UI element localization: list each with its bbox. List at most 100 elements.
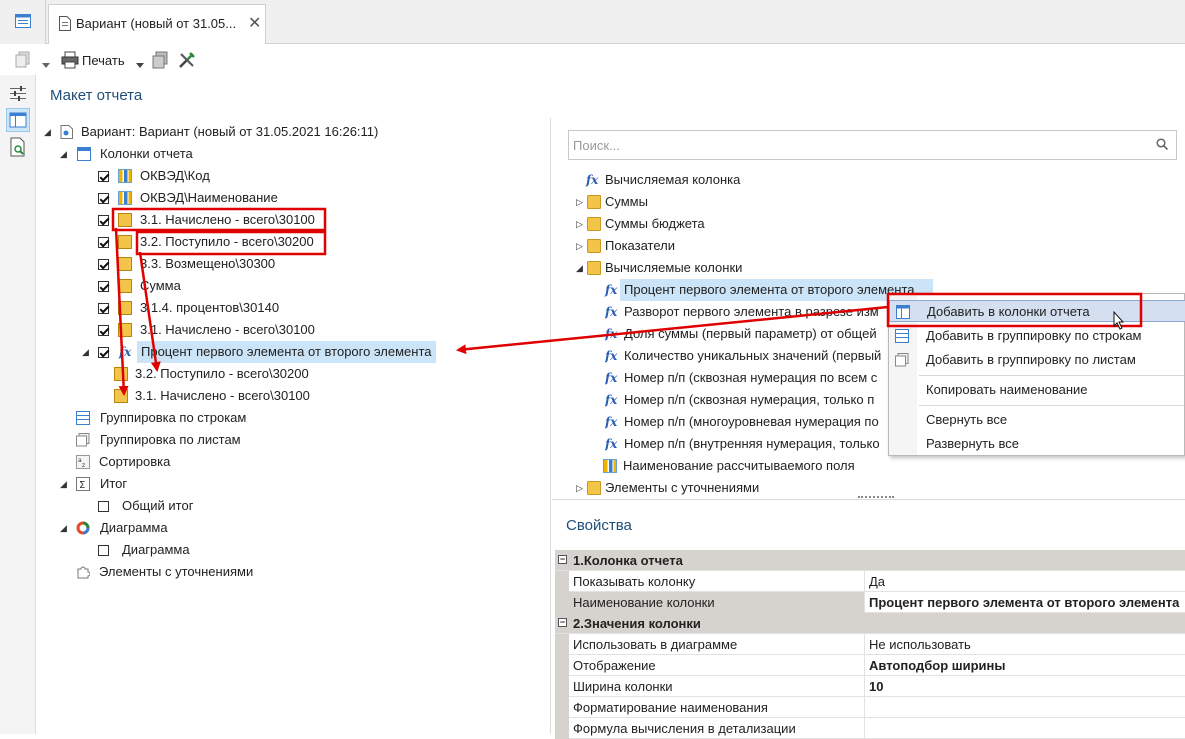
field-item[interactable]: fx Номер п/п (сквозная нумерация, только… — [605, 389, 885, 411]
menu-item-expand-all[interactable]: Развернуть все — [889, 433, 1185, 455]
export-icon[interactable] — [152, 51, 170, 69]
column-checkbox[interactable] — [98, 171, 109, 182]
tree-node-row-grouping[interactable]: Группировка по строкам — [76, 407, 376, 429]
chevron-down-icon[interactable] — [42, 57, 50, 75]
settings-sliders-icon[interactable] — [6, 81, 30, 105]
field-item[interactable]: fx Номер п/п (внутренняя нумерация, толь… — [605, 433, 885, 455]
tree-node-sheet-grouping[interactable]: Группировка по листам — [76, 429, 376, 451]
chevron-down-icon[interactable] — [136, 57, 144, 75]
field-label: Номер п/п (многоуровневая нумерация по — [624, 414, 879, 429]
field-item[interactable]: fx Доля суммы (первый параметр) от общей — [605, 323, 885, 345]
column-checkbox[interactable] — [98, 215, 109, 226]
search-icon[interactable] — [1156, 138, 1168, 150]
field-group[interactable]: ▷ Элементы с уточнениями — [576, 477, 876, 499]
total-checkbox[interactable] — [98, 501, 109, 512]
tree-node-columns[interactable]: ◢ Колонки отчета — [60, 143, 360, 165]
tree-node-total[interactable]: ◢ Σ Итог — [60, 473, 360, 495]
tree-column-item-computed[interactable]: ◢ fx Процент первого элемента от второго… — [82, 341, 462, 363]
tree-column-item[interactable]: ОКВЭД\Код — [98, 165, 398, 187]
tree-item-chart[interactable]: Диаграмма — [98, 539, 398, 561]
field-item[interactable]: Наименование рассчитываемого поля — [603, 455, 903, 477]
field-item[interactable]: fx Разворот первого элемента в разрезе и… — [605, 301, 885, 323]
menu-item-collapse-all[interactable]: Свернуть все — [889, 409, 1185, 431]
expand-icon[interactable]: ▷ — [576, 191, 586, 213]
tree-column-item[interactable]: 3.1. Начислено - всего\30100 — [98, 319, 398, 341]
field-item[interactable]: fx Количество уникальных значений (первы… — [605, 345, 885, 367]
print-button[interactable]: Печать — [82, 53, 125, 68]
copy-icon[interactable] — [14, 51, 34, 69]
property-value[interactable]: Не использовать — [869, 637, 971, 652]
tree-column-item[interactable]: 3.3. Возмещено\30300 — [98, 253, 398, 275]
column-checkbox[interactable] — [98, 193, 109, 204]
property-value[interactable]: Процент первого элемента от второго элем… — [869, 595, 1179, 610]
tree-node-refined-elements[interactable]: Элементы с уточнениями — [76, 561, 376, 583]
close-icon[interactable]: ✕ — [248, 13, 261, 33]
field-group[interactable]: ▷ Показатели — [576, 235, 876, 257]
property-row[interactable]: Формула вычисления в детализации — [555, 718, 1185, 739]
property-category[interactable]: − 1.Колонка отчета — [555, 550, 1185, 571]
collapse-icon[interactable]: ◢ — [576, 257, 586, 279]
property-value[interactable]: Автоподбор ширины — [869, 658, 1005, 673]
horizontal-splitter[interactable] — [552, 499, 1185, 503]
column-checkbox[interactable] — [98, 259, 109, 270]
tree-column-item[interactable]: 3.2. Поступило - всего\30200 — [98, 231, 398, 253]
field-group[interactable]: ◢ Вычисляемые колонки — [576, 257, 876, 279]
column-checkbox[interactable] — [98, 325, 109, 336]
tree-root[interactable]: ◢ Вариант: Вариант (новый от 31.05.2021 … — [44, 121, 544, 143]
property-row[interactable]: Форматирование наименования — [555, 697, 1185, 718]
field-group[interactable]: ▷ Суммы бюджета — [576, 213, 876, 235]
tab-report-variant[interactable]: Вариант (новый от 31.05... ✕ — [48, 4, 266, 44]
tree-sub-item[interactable]: 3.1. Начислено - всего\30100 — [114, 385, 414, 407]
property-row[interactable]: Наименование колонки Процент первого эле… — [555, 592, 1185, 613]
tools-icon[interactable] — [178, 51, 196, 69]
column-label: 3.1. Начислено - всего\30100 — [140, 322, 315, 337]
property-category[interactable]: − 2.Значения колонки — [555, 613, 1185, 634]
tree-item-grand-total[interactable]: Общий итог — [98, 495, 398, 517]
collapse-icon[interactable]: ◢ — [60, 473, 70, 495]
menu-item-add-to-row-grouping[interactable]: Добавить в группировку по строкам — [889, 325, 1185, 347]
tree-column-item[interactable]: ОКВЭД\Наименование — [98, 187, 398, 209]
field-item[interactable]: fx Номер п/п (сквозная нумерация по всем… — [605, 367, 885, 389]
collapse-icon[interactable]: − — [558, 618, 567, 627]
document-search-icon[interactable] — [6, 135, 30, 159]
field-item-selected[interactable]: fx Процент первого элемента от второго э… — [605, 279, 935, 301]
field-group[interactable]: ▷ Суммы — [576, 191, 876, 213]
column-checkbox[interactable] — [98, 237, 109, 248]
printer-icon[interactable] — [61, 51, 79, 69]
expand-icon[interactable]: ▷ — [576, 477, 586, 499]
collapse-icon[interactable]: − — [558, 555, 567, 564]
toolbar: Печать — [0, 45, 1185, 75]
column-checkbox[interactable] — [98, 303, 109, 314]
collapse-icon[interactable]: ◢ — [82, 341, 92, 363]
layout-view-button[interactable] — [6, 108, 30, 132]
property-row[interactable]: Отображение Автоподбор ширины — [555, 655, 1185, 676]
menu-item-add-to-sheet-grouping[interactable]: Добавить в группировку по листам — [889, 349, 1185, 371]
tree-column-item[interactable]: Сумма — [98, 275, 398, 297]
collapse-icon[interactable]: ◢ — [60, 517, 70, 539]
property-value[interactable]: 10 — [869, 679, 883, 694]
panel-splitter[interactable] — [550, 118, 551, 734]
menu-item-add-to-columns[interactable]: Добавить в колонки отчета — [889, 300, 1185, 322]
expand-icon[interactable]: ▷ — [576, 213, 586, 235]
collapse-icon[interactable]: ◢ — [60, 143, 70, 165]
tree-column-item[interactable]: 3.1. Начислено - всего\30100 — [98, 209, 398, 231]
column-checkbox[interactable] — [98, 347, 109, 358]
search-input[interactable] — [573, 136, 1133, 154]
column-checkbox[interactable] — [98, 281, 109, 292]
field-item[interactable]: fx Вычисляемая колонка — [586, 169, 886, 191]
property-row[interactable]: Ширина колонки 10 — [555, 676, 1185, 697]
tree-node-chart[interactable]: ◢ Диаграмма — [60, 517, 360, 539]
tree-column-item[interactable]: 3.1.4. процентов\30140 — [98, 297, 398, 319]
menu-item-copy-name[interactable]: Копировать наименование — [889, 379, 1185, 401]
tree-sub-item[interactable]: 3.2. Поступило - всего\30200 — [114, 363, 414, 385]
tree-node-sorting[interactable]: az Сортировка — [76, 451, 376, 473]
property-row[interactable]: Использовать в диаграмме Не использовать — [555, 634, 1185, 655]
home-tab[interactable] — [0, 0, 46, 44]
chart-checkbox[interactable] — [98, 545, 109, 556]
field-item[interactable]: fx Номер п/п (многоуровневая нумерация п… — [605, 411, 885, 433]
expand-icon[interactable]: ▷ — [576, 235, 586, 257]
collapse-icon[interactable]: ◢ — [44, 121, 54, 143]
property-row[interactable]: Показывать колонку Да — [555, 571, 1185, 592]
property-value[interactable]: Да — [869, 574, 885, 589]
indicator-icon — [118, 323, 132, 337]
